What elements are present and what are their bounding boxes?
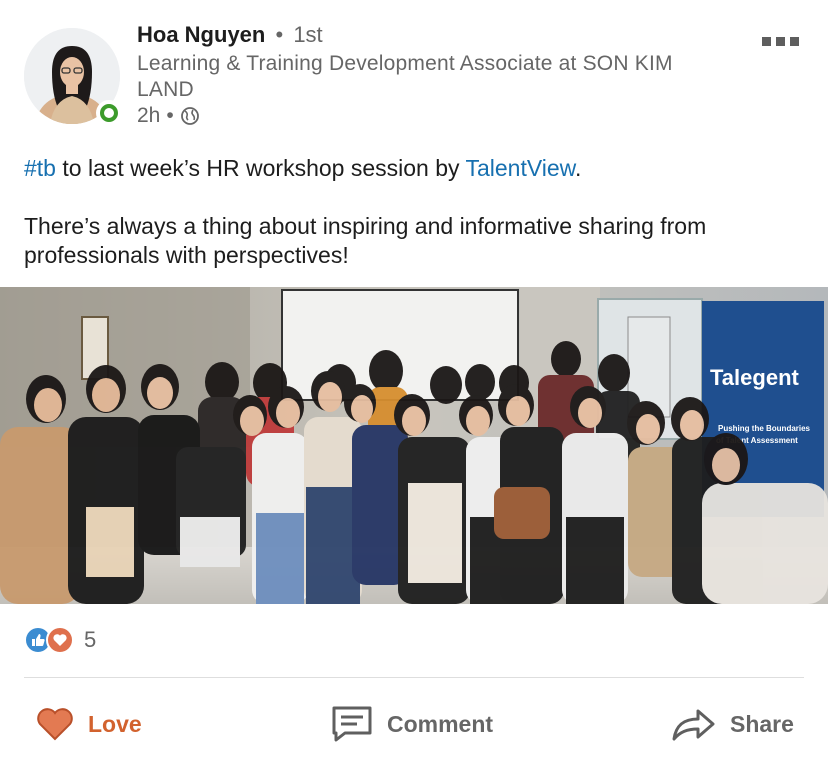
hashtag-link[interactable]: #tb (24, 155, 56, 181)
love-button[interactable]: Love (36, 700, 142, 748)
share-icon (672, 709, 715, 741)
separator-dot: • (275, 22, 284, 47)
post-text-part2: . (575, 155, 582, 181)
share-button[interactable]: Share (670, 700, 794, 748)
mention-link[interactable]: TalentView (465, 155, 575, 181)
connection-degree: 1st (293, 22, 323, 47)
share-label: Share (730, 710, 794, 737)
more-options-icon[interactable] (762, 37, 806, 47)
post-photo[interactable]: Talegent Pushing the Boundaries of Talen… (0, 287, 828, 604)
love-label: Love (88, 710, 142, 737)
avatar[interactable] (24, 28, 122, 126)
heart-icon (37, 708, 73, 741)
love-icon (46, 626, 74, 654)
author-name[interactable]: Hoa Nguyen (137, 22, 265, 47)
reaction-count: 5 (84, 627, 97, 652)
comment-icon (332, 706, 372, 742)
post-meta: 2h • (137, 104, 200, 128)
comment-label: Comment (387, 710, 494, 737)
banner-brand-text: Talegent (710, 365, 800, 390)
author-line: Hoa Nguyen • 1st (137, 22, 323, 48)
divider (24, 677, 804, 678)
author-headline: Learning & Training Development Associat… (137, 52, 673, 101)
post-paragraph-2: There’s always a thing about inspiring a… (24, 213, 707, 268)
online-status-indicator (96, 100, 122, 126)
comment-button[interactable]: Comment (331, 700, 493, 748)
post-time: 2h (137, 104, 161, 127)
post-paragraph-1: #tb to last week’s HR workshop session b… (24, 154, 804, 183)
reactions-summary[interactable]: 5 (24, 626, 96, 654)
feed-post: Hoa Nguyen • 1st Learning & Training Dev… (0, 0, 828, 776)
post-text: #tb to last week’s HR workshop session b… (24, 154, 804, 270)
time-separator: • (166, 104, 174, 127)
banner-subtext-1: Pushing the Boundaries (718, 424, 811, 433)
globe-icon (180, 107, 199, 125)
post-text-part1: to last week’s HR workshop session by (55, 155, 466, 181)
